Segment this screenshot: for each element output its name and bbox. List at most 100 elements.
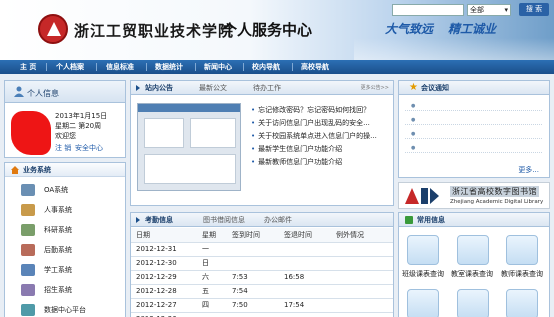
- announcement-screenshot-image: [137, 103, 241, 191]
- info-tile-icon[interactable]: [457, 289, 489, 317]
- system-label: 后勤系统: [44, 246, 72, 254]
- cell-date: 2012-12-27: [131, 298, 197, 313]
- nav-personal-archive[interactable]: 个人档案: [56, 60, 84, 74]
- school-logo: [38, 14, 68, 44]
- system-item-research[interactable]: 科研系统: [5, 221, 125, 239]
- person-icon: [14, 86, 24, 97]
- cell-date: 2012-12-28: [131, 284, 197, 299]
- slogan-part-2: 精工诚业: [448, 22, 497, 36]
- notice-row: [405, 110, 542, 111]
- more-notices-link[interactable]: 更多...: [518, 165, 539, 175]
- more-announcements-link[interactable]: 更多公告>>: [361, 84, 389, 91]
- digital-library-banner[interactable]: 浙江省高校数字图书馆 Zhejiang Academic Digital Lib…: [398, 182, 550, 209]
- system-item-data-center[interactable]: 数据中心平台: [5, 301, 125, 317]
- cell-weekday: 六: [197, 270, 227, 285]
- personal-info-title: 个人信息: [27, 89, 59, 98]
- business-systems-title: 业务系统: [23, 166, 51, 174]
- avatar: [11, 111, 51, 155]
- common-info-header: 常用信息: [399, 213, 549, 227]
- star-icon: ★: [409, 82, 418, 93]
- personal-info-header: 个人信息: [5, 81, 125, 103]
- tab-library-loans[interactable]: 图书借阅信息: [203, 215, 245, 225]
- classroom-schedule-query-label[interactable]: 教室课表查询: [451, 269, 493, 279]
- news-item[interactable]: 关于校园系统单点进入信息门户的操...: [251, 131, 377, 141]
- classroom-schedule-query-icon[interactable]: [457, 235, 489, 265]
- news-item[interactable]: 关于访问信息门户出现乱码的安全...: [251, 118, 370, 128]
- cell-exception: [331, 270, 393, 285]
- slogan-part-1: 大气致远: [385, 22, 434, 36]
- search-scope-select[interactable]: 全部: [467, 4, 511, 16]
- nav-info-standard[interactable]: 信息标准: [106, 60, 134, 74]
- tab-office-mail[interactable]: 办公邮件: [264, 215, 292, 225]
- system-label: 数据中心平台: [44, 306, 86, 314]
- cell-exception: [331, 284, 393, 299]
- notice-bullet-icon: ●: [411, 131, 416, 137]
- admissions-system-icon: [21, 284, 35, 296]
- hr-system-icon: [21, 204, 35, 216]
- nav-home[interactable]: 主 页: [20, 60, 36, 74]
- cell-exception: [331, 256, 393, 271]
- teacher-schedule-query-label[interactable]: 教师课表查询: [501, 269, 543, 279]
- cell-sign-out: [279, 284, 331, 299]
- table-row: 2012-12-30 日: [131, 256, 393, 271]
- table-header-row: 日期 星期 签到时间 签退时间 例外情况: [131, 228, 393, 243]
- cell-date: 2012-12-30: [131, 256, 197, 271]
- search-input[interactable]: [392, 4, 464, 16]
- tab-announcements[interactable]: 站内公告: [145, 83, 173, 93]
- teacher-schedule-query-icon[interactable]: [506, 235, 538, 265]
- system-label: 科研系统: [44, 226, 72, 234]
- attendance-table: 日期 星期 签到时间 签退时间 例外情况 2012-12-31 一 2012-1…: [131, 228, 393, 317]
- tab-todo-work[interactable]: 待办工作: [253, 83, 281, 93]
- nav-statistics[interactable]: 数据统计: [155, 60, 183, 74]
- cell-sign-in: 7:53: [227, 270, 279, 285]
- column-header: 签退时间: [279, 228, 331, 243]
- cell-sign-out: [279, 242, 331, 257]
- research-system-icon: [21, 224, 35, 236]
- nav-campus-links[interactable]: 校内导航: [252, 60, 280, 74]
- class-schedule-query-icon[interactable]: [407, 235, 439, 265]
- column-header: 例外情况: [331, 228, 393, 243]
- news-item[interactable]: 忘记修改密码？忘记密码如何找回？: [251, 105, 370, 115]
- security-center-link[interactable]: 安全中心: [75, 143, 103, 153]
- system-item-admissions[interactable]: 招生系统: [5, 281, 125, 299]
- nav-news-center[interactable]: 新闻中心: [204, 60, 232, 74]
- system-item-logistics[interactable]: 后勤系统: [5, 241, 125, 259]
- column-header: 星期: [197, 228, 227, 243]
- table-row: 2012-12-28 五 7:54: [131, 284, 393, 299]
- cell-date: 2012-12-29: [131, 270, 197, 285]
- tab-attendance[interactable]: 考勤信息: [145, 215, 173, 225]
- system-item-oa[interactable]: OA系统: [5, 181, 125, 199]
- meeting-notice-title: 会议通知: [421, 84, 449, 92]
- class-schedule-query-label[interactable]: 班级课表查询: [402, 269, 444, 279]
- system-item-hr[interactable]: 人事系统: [5, 201, 125, 219]
- tab-latest-documents[interactable]: 最新公文: [199, 83, 227, 93]
- home-icon: [11, 166, 19, 174]
- info-icon: [405, 216, 413, 224]
- nav-college-links[interactable]: 高校导航: [301, 60, 329, 74]
- notice-row: [405, 124, 542, 125]
- news-item[interactable]: 最新学生信息门户功能介绍: [251, 144, 342, 154]
- system-label: 学工系统: [44, 266, 72, 274]
- logout-link[interactable]: 注 销: [55, 143, 71, 153]
- meeting-notice-panel: ★ 会议通知 ● ● ● ● 更多...: [398, 80, 550, 178]
- cell-sign-in: 7:54: [227, 284, 279, 299]
- search-button[interactable]: 搜 索: [519, 3, 549, 16]
- cell-date: 2012-12-31: [131, 242, 197, 257]
- notice-bullet-icon: ●: [411, 103, 416, 109]
- library-name-en: Zhejiang Academic Digital Library: [450, 199, 544, 205]
- announcements-tabs: 站内公告 最新公文 待办工作 更多公告>>: [131, 81, 393, 95]
- oa-system-icon: [21, 184, 35, 196]
- portal-title: 个人服务中心: [222, 21, 313, 39]
- attendance-panel: 考勤信息 图书借阅信息 办公邮件 日期 星期 签到时间 签退时间 例外情况 20…: [130, 212, 394, 317]
- cell-exception: [331, 312, 393, 317]
- news-item[interactable]: 最新教师信息门户功能介绍: [251, 157, 342, 167]
- system-item-student-affairs[interactable]: 学工系统: [5, 261, 125, 279]
- cell-date: 2012-12-26: [131, 312, 197, 317]
- info-tile-icon[interactable]: [506, 289, 538, 317]
- info-tile-icon[interactable]: [407, 289, 439, 317]
- cell-weekday: 日: [197, 256, 227, 271]
- notice-bullet-icon: ●: [411, 145, 416, 151]
- cell-weekday: 五: [197, 284, 227, 299]
- table-row: 2012-12-26: [131, 312, 393, 317]
- common-info-title: 常用信息: [417, 216, 445, 224]
